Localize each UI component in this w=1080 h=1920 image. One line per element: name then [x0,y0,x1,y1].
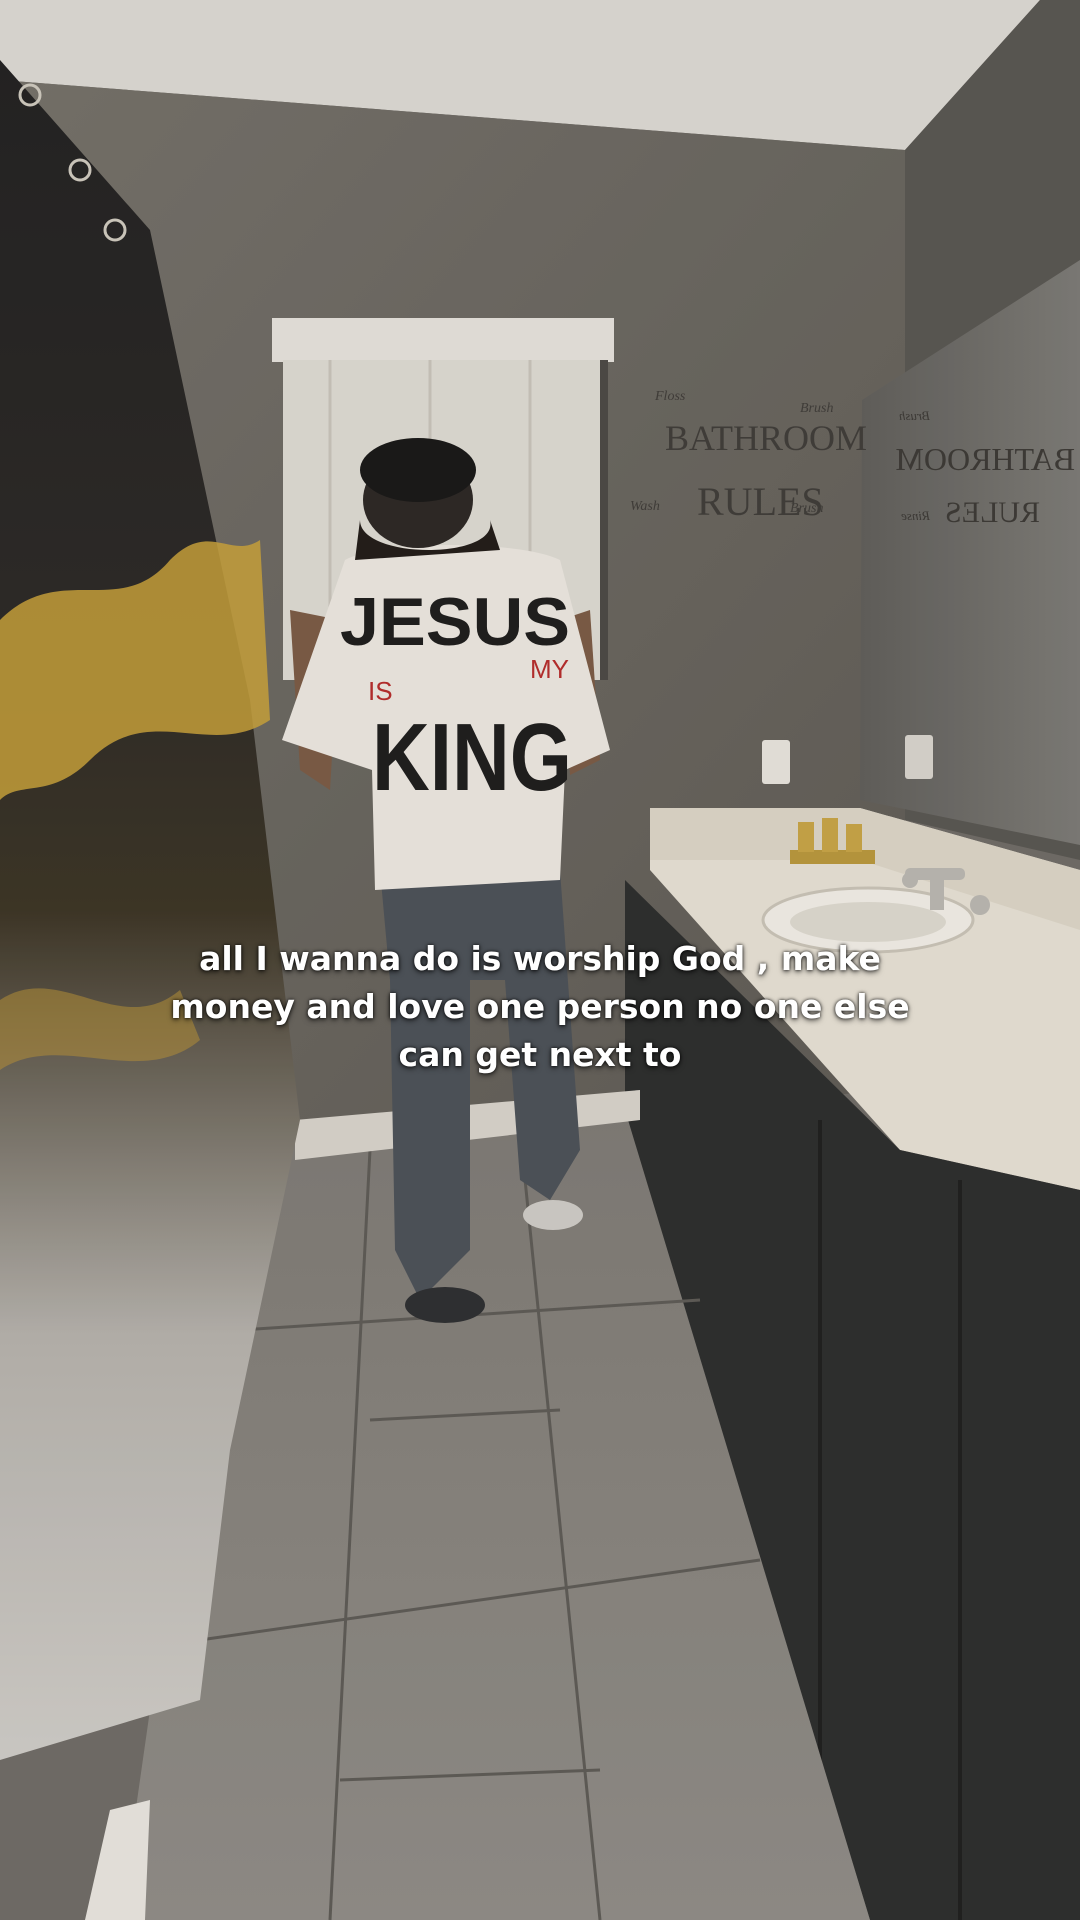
caption-text: all I wanna do is worship God , make mon… [170,939,910,1074]
